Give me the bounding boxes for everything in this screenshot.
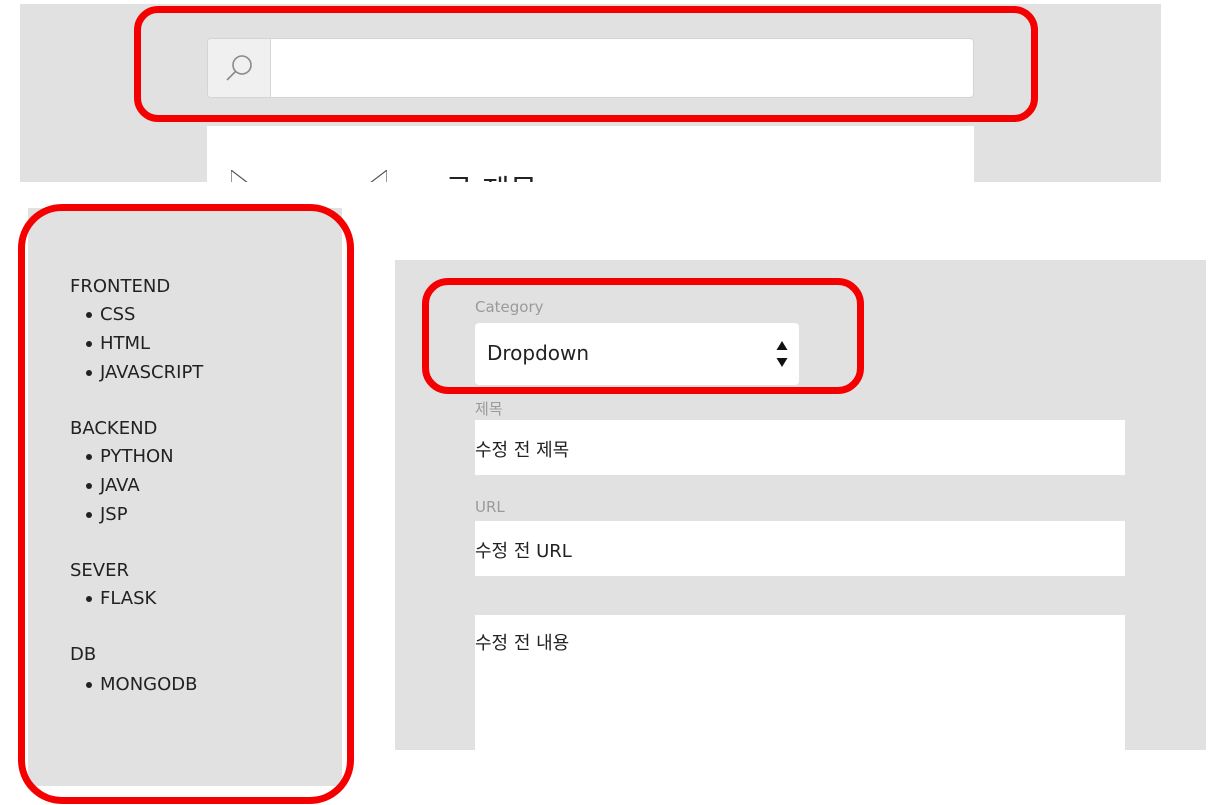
search-button[interactable] — [208, 39, 271, 97]
category-item-label: JAVA — [100, 475, 140, 496]
bullet-icon — [86, 483, 92, 489]
category-list: MONGODB — [70, 670, 198, 699]
category-group-title[interactable]: DB — [70, 644, 96, 666]
category-select[interactable]: Dropdown — [475, 323, 799, 385]
select-arrows-icon — [776, 341, 788, 367]
edit-form: Category Dropdown 제목 수정 전 제목 URL 수정 전 UR… — [395, 260, 1206, 750]
bullet-icon — [86, 454, 92, 460]
image-placeholder-icon — [231, 170, 387, 182]
url-label: URL — [475, 498, 505, 516]
search-bar — [207, 38, 974, 98]
post-title[interactable]: 글 제목 — [445, 166, 537, 182]
category-select-value: Dropdown — [487, 341, 590, 365]
category-item-label: PYTHON — [100, 446, 174, 467]
category-item-label: HTML — [100, 333, 151, 354]
category-item[interactable]: JAVA — [70, 471, 174, 500]
category-item[interactable]: CSS — [70, 300, 203, 329]
bullet-icon — [86, 682, 92, 688]
category-list: CSS HTML JAVASCRIPT — [70, 300, 203, 387]
category-item-label: FLASK — [100, 588, 157, 609]
bullet-icon — [86, 512, 92, 518]
category-item[interactable]: MONGODB — [70, 670, 198, 699]
category-group-title[interactable]: BACKEND — [70, 418, 157, 440]
category-sidebar: FRONTEND CSS HTML JAVASCRIPT BACKEND PYT… — [28, 208, 342, 786]
category-group-title[interactable]: SEVER — [70, 560, 129, 582]
category-list: FLASK — [70, 584, 156, 613]
category-list: PYTHON JAVA JSP — [70, 442, 174, 529]
title-input[interactable]: 수정 전 제목 — [475, 420, 1125, 475]
title-label: 제목 — [475, 400, 503, 418]
category-label: Category — [475, 298, 544, 316]
bullet-icon — [86, 370, 92, 376]
category-item-label: CSS — [100, 304, 136, 325]
category-item-label: JAVASCRIPT — [100, 362, 204, 383]
content-textarea[interactable]: 수정 전 내용 — [475, 615, 1125, 750]
category-item[interactable]: JSP — [70, 500, 174, 529]
category-item[interactable]: JAVASCRIPT — [70, 358, 203, 387]
category-item-label: MONGODB — [100, 674, 198, 695]
search-icon — [226, 55, 252, 81]
bullet-icon — [86, 312, 92, 318]
search-header: 글 제목 — [20, 4, 1161, 182]
category-item-label: JSP — [100, 504, 128, 525]
bullet-icon — [86, 596, 92, 602]
post-card[interactable]: 글 제목 — [207, 126, 974, 182]
url-input[interactable]: 수정 전 URL — [475, 521, 1125, 576]
bullet-icon — [86, 341, 92, 347]
category-group-title[interactable]: FRONTEND — [70, 276, 170, 298]
category-item[interactable]: FLASK — [70, 584, 156, 613]
search-input[interactable] — [271, 39, 973, 97]
category-item[interactable]: HTML — [70, 329, 203, 358]
category-item[interactable]: PYTHON — [70, 442, 174, 471]
